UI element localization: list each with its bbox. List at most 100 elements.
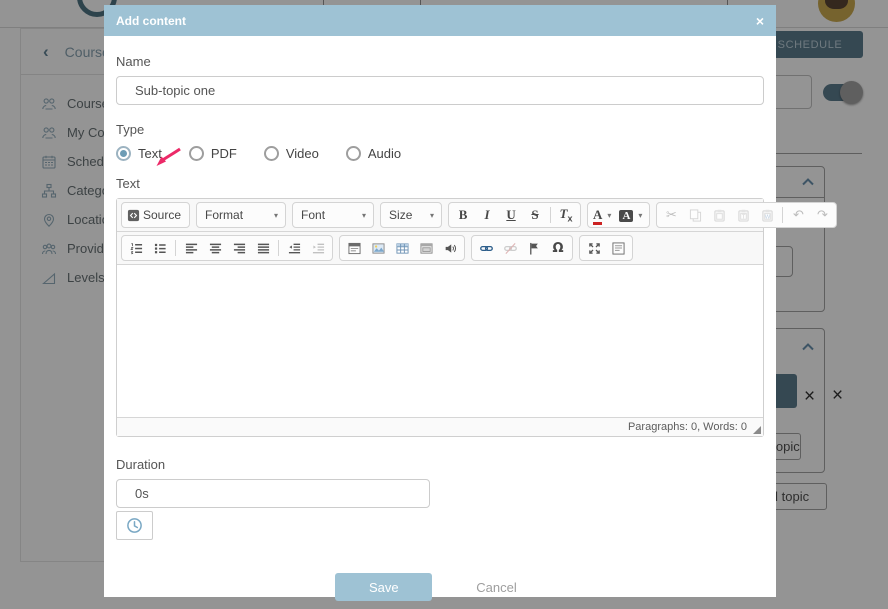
radio-button-icon[interactable] [189,146,204,161]
redo-icon: ↷ [817,208,828,223]
cut-button: ✂ [659,204,683,226]
font-dropdown-label: Font [298,208,328,222]
special-character-button[interactable]: Ω [546,237,570,259]
insert-audio-button[interactable] [438,237,462,259]
format-dropdown-label: Format [202,208,246,222]
paste-from-word-icon: W [761,209,774,222]
type-radio-option[interactable]: PDF [189,146,237,161]
toolbar-separator [278,240,279,256]
numbered-list-icon [130,242,143,255]
bulleted-list-button[interactable] [148,237,172,259]
italic-button[interactable]: I [475,204,499,226]
undo-icon: ↶ [793,208,804,223]
align-justify-button[interactable] [251,237,275,259]
align-right-button[interactable] [227,237,251,259]
insert-template-button[interactable] [342,237,366,259]
format-dropdown-button[interactable]: Format▾ [199,204,283,226]
align-left-icon [185,242,198,255]
dropdown-caret-icon: ▾ [602,211,613,220]
duration-label: Duration [116,457,764,472]
radio-option-label: PDF [211,146,237,161]
anchor-button[interactable] [522,237,546,259]
toolbar-separator [782,207,783,223]
toolbar-group: Source [121,202,190,228]
duration-picker-button[interactable] [116,511,153,540]
size-dropdown-button[interactable]: Size▾ [383,204,439,226]
italic-icon: I [485,207,490,223]
redo-button: ↷ [810,204,834,226]
align-center-icon [209,242,222,255]
dropdown-caret-icon: ▾ [633,211,644,220]
editor-content-area[interactable] [117,265,763,417]
numbered-list-button[interactable] [124,237,148,259]
close-icon[interactable]: × [756,14,764,28]
strikethrough-button[interactable]: S [523,204,547,226]
dropdown-caret-icon: ▾ [357,211,368,220]
name-label: Name [116,54,764,69]
save-button[interactable]: Save [335,573,432,601]
background-color-button[interactable]: A▾ [616,204,647,226]
radio-button-icon[interactable] [346,146,361,161]
cut-icon: ✂ [666,208,677,223]
page: ‹ Courses Courses My Courses Schedule [0,0,888,609]
source-button[interactable]: Source [124,204,187,226]
add-content-modal: Add content × Name Type Text [104,5,776,597]
word-count: Paragraphs: 0, Words: 0 [628,421,747,433]
size-dropdown-label: Size [386,208,415,222]
paste-plain-text-button: T [731,204,755,226]
paste-icon [713,209,726,222]
maximize-button[interactable] [582,237,606,259]
insert-audio-icon [444,242,457,255]
strikethrough-icon: S [531,207,538,223]
align-justify-icon [257,242,270,255]
toolbar-separator [175,240,176,256]
resize-grip[interactable] [753,426,761,434]
insert-table-button[interactable] [390,237,414,259]
align-right-icon [233,242,246,255]
copy-button [683,204,707,226]
editor-status-bar: Paragraphs: 0, Words: 0 [117,417,763,436]
modal-header: Add content × [104,5,776,36]
insert-image-button[interactable] [366,237,390,259]
unlink-button [498,237,522,259]
type-radio-option[interactable]: Audio [346,146,401,161]
editor-toolbar-row-1: SourceFormat▾Font▾Size▾BIUSTxA▾A▾✂TW↶↷ [117,199,763,232]
modal-footer: Save Cancel [102,573,750,601]
toolbar-group: Format▾ [196,202,286,228]
insert-iframe-button[interactable] [414,237,438,259]
cancel-button[interactable]: Cancel [476,580,516,595]
remove-format-icon: Tx [560,206,573,223]
align-center-button[interactable] [203,237,227,259]
underline-button[interactable]: U [499,204,523,226]
source-icon [127,209,140,222]
font-dropdown-button[interactable]: Font ▾ [295,204,371,226]
type-label: Type [116,122,764,137]
link-button[interactable] [474,237,498,259]
toolbar-group: B IUS Tx [448,202,581,228]
unlink-icon [504,242,517,255]
radio-button-icon[interactable] [116,146,131,161]
duration-input[interactable] [116,479,430,508]
radio-button-icon[interactable] [264,146,279,161]
paste-plain-text-icon: T [737,209,750,222]
clock-icon [126,517,143,534]
insert-template-icon [348,242,361,255]
toolbar-separator [550,207,551,223]
toolbar-group: Font ▾ [292,202,374,228]
text-color-button[interactable]: A▾ [590,204,616,226]
bold-icon: B [459,207,468,223]
name-input[interactable] [116,76,764,105]
align-left-button[interactable] [179,237,203,259]
bold-button[interactable]: B [451,204,475,226]
svg-text:T: T [742,214,746,220]
type-radio-option[interactable]: Video [264,146,319,161]
toolbar-group [339,235,465,261]
outdent-button[interactable] [282,237,306,259]
toolbar-group: ✂ T W ↶ ↷ [656,202,837,228]
insert-image-icon [372,242,385,255]
type-radio-group: Text PDF Video Audio [116,146,764,161]
show-blocks-button[interactable] [606,237,630,259]
remove-format-button[interactable]: Tx [554,204,578,226]
svg-text:W: W [765,214,771,220]
radio-option-label: Audio [368,146,401,161]
